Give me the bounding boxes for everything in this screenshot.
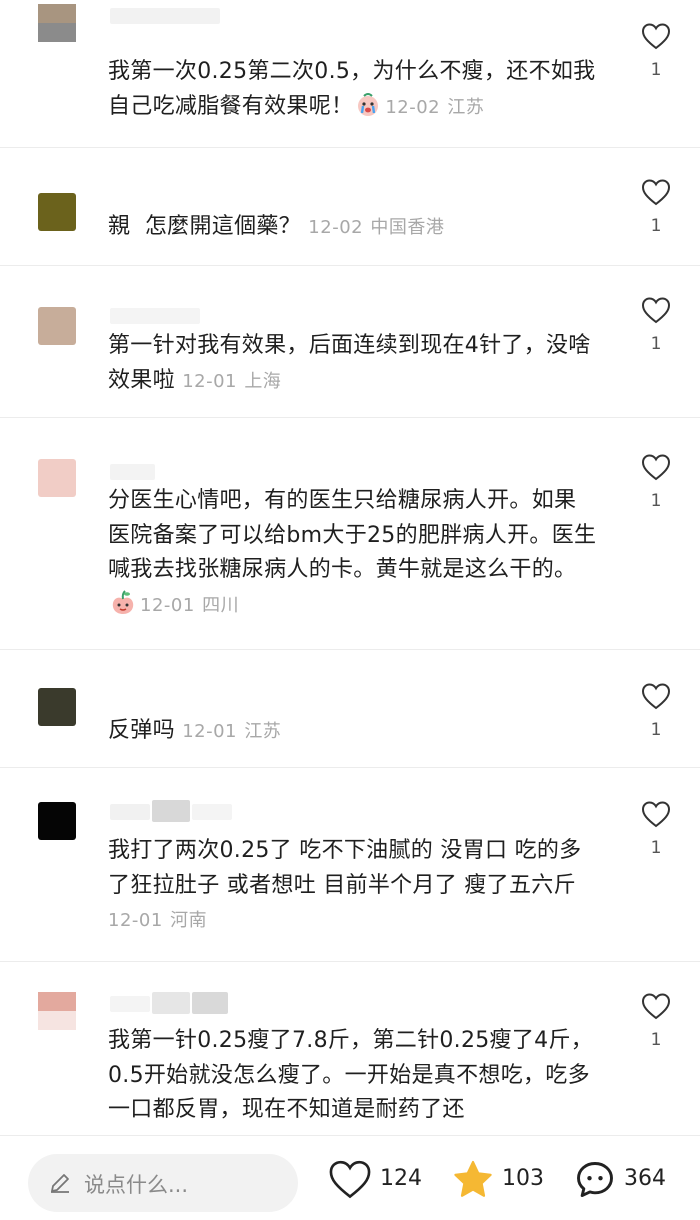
comment-date: 12-01 [140,594,195,616]
avatar-bottom [38,1011,76,1030]
like-count: 1 [650,838,662,858]
username-redacted [110,996,150,1012]
comment-location: 中国香港 [370,217,445,238]
comment-body: 反弹吗 [108,718,175,743]
like-button[interactable]: 1 [640,682,672,740]
comment-text[interactable]: 我第一次0.25第二次0.5，为什么不瘦，还不如我自己吃减脂餐有效果呢！ 12-0… [108,55,598,129]
like-button[interactable]: 1 [640,296,672,354]
comment-item: 親 怎麼開這個藥？ 12-02 中国香港 1 [0,148,700,266]
comment-input[interactable]: 说点什么... [28,1154,298,1212]
favorite-button[interactable]: 103 [450,1158,550,1204]
avatar-top [38,4,76,23]
username-redacted [110,804,150,820]
avatar[interactable] [38,193,76,231]
comment-item: 第一针对我有效果，后面连续到现在4针了，没啥效果啦 12-01 上海 1 [0,266,700,418]
like-post-button[interactable]: 124 [328,1158,428,1204]
like-count: 1 [650,491,662,511]
heart-icon [641,801,671,828]
comment-location: 河南 [170,910,208,931]
like-count: 1 [650,334,662,354]
comment-item: 我第一次0.25第二次0.5，为什么不瘦，还不如我自己吃减脂餐有效果呢！ 12-0… [0,0,700,148]
like-count: 1 [650,216,662,236]
comment-body: 我打了两次0.25了 吃不下油腻的 没胃口 吃的多了狂拉肚子 或者想吐 目前半个… [108,838,582,898]
avatar[interactable] [38,802,76,840]
comment-list: 我第一次0.25第二次0.5，为什么不瘦，还不如我自己吃减脂餐有效果呢！ 12-0… [0,0,700,1135]
comment-body: 我第一次0.25第二次0.5，为什么不瘦，还不如我自己吃减脂餐有效果呢！ [108,59,596,119]
comment-body: 我第一针0.25瘦了7.8斤，第二针0.25瘦了4斤，0.5开始就没怎么瘦了。一… [108,1028,594,1122]
username-redacted [110,8,220,24]
heart-icon [641,23,671,50]
like-button[interactable]: 1 [640,800,672,858]
username-redacted [192,804,232,820]
bottom-action-bar: 说点什么... 124 103 364 [0,1135,700,1220]
heart-icon [641,683,671,710]
chat-bubble-icon [577,1162,613,1198]
username-redacted [110,308,200,324]
username-redacted [152,800,190,822]
like-button[interactable]: 1 [640,178,672,236]
avatar[interactable] [38,459,76,497]
comment-text[interactable]: 我打了两次0.25了 吃不下油腻的 没胃口 吃的多了狂拉肚子 或者想吐 目前半个… [108,834,598,939]
avatar[interactable] [38,307,76,345]
heart-icon [641,297,671,324]
comment-text[interactable]: 反弹吗 12-01 江苏 [108,714,598,750]
comment-text[interactable]: 分医生心情吧，有的医生只给糖尿病人开。如果医院备案了可以给bm大于25的肥胖病人… [108,484,598,627]
comment-item: 我第一针0.25瘦了7.8斤，第二针0.25瘦了4斤，0.5开始就没怎么瘦了。一… [0,962,700,1135]
comment-date: 12-01 [182,370,238,392]
username-redacted [110,464,155,480]
comment-body: 分医生心情吧，有的医生只给糖尿病人开。如果医院备案了可以给bm大于25的肥胖病人… [108,488,597,582]
comment-date: 12-01 [182,721,238,742]
avatar[interactable] [38,688,76,726]
comment-location: 江苏 [244,721,282,742]
comment-item: 我打了两次0.25了 吃不下油腻的 没胃口 吃的多了狂拉肚子 或者想吐 目前半个… [0,768,700,962]
comment-date: 12-02 [385,96,441,118]
comment-text[interactable]: 第一针对我有效果，后面连续到现在4针了，没啥效果啦 12-01 上海 [108,329,598,399]
favorite-count: 103 [502,1166,544,1191]
heart-icon [329,1160,371,1199]
heart-icon [641,993,671,1020]
comment-body: 第一针对我有效果，后面连续到现在4针了，没啥效果啦 [108,333,591,393]
username-redacted [152,992,190,1014]
comment-item: 分医生心情吧，有的医生只给糖尿病人开。如果医院备案了可以给bm大于25的肥胖病人… [0,418,700,650]
comment-date: 12-02 [308,217,364,238]
comment-item: 反弹吗 12-01 江苏 1 [0,650,700,768]
star-icon [454,1160,492,1197]
comments-button[interactable]: 364 [572,1158,682,1204]
like-count: 1 [650,60,662,80]
comment-count: 364 [624,1166,666,1191]
comment-input-placeholder: 说点什么... [84,1173,189,1197]
like-count: 1 [650,720,662,740]
crying-face-icon [355,92,381,130]
heart-icon [641,454,671,481]
avatar-top [38,992,76,1011]
like-button[interactable]: 1 [640,453,672,511]
like-button[interactable]: 1 [640,992,672,1050]
comment-location: 四川 [202,594,240,616]
avatar-bottom [38,23,76,42]
post-like-count: 124 [380,1166,422,1191]
username-redacted [192,992,228,1014]
comment-date: 12-01 [108,910,163,931]
peach-face-icon [110,589,136,628]
like-button[interactable]: 1 [640,22,672,80]
heart-icon [641,179,671,206]
comment-text[interactable]: 親 怎麼開這個藥？ 12-02 中国香港 [108,210,598,246]
comment-body: 親 怎麼開這個藥？ [108,214,301,239]
pencil-icon [51,1174,69,1193]
like-count: 1 [650,1030,662,1050]
comment-location: 江苏 [447,96,485,118]
comment-location: 上海 [244,370,282,392]
avatar[interactable] [38,992,76,1030]
comment-text[interactable]: 我第一针0.25瘦了7.8斤，第二针0.25瘦了4斤，0.5开始就没怎么瘦了。一… [108,1024,598,1128]
avatar[interactable] [38,4,76,42]
